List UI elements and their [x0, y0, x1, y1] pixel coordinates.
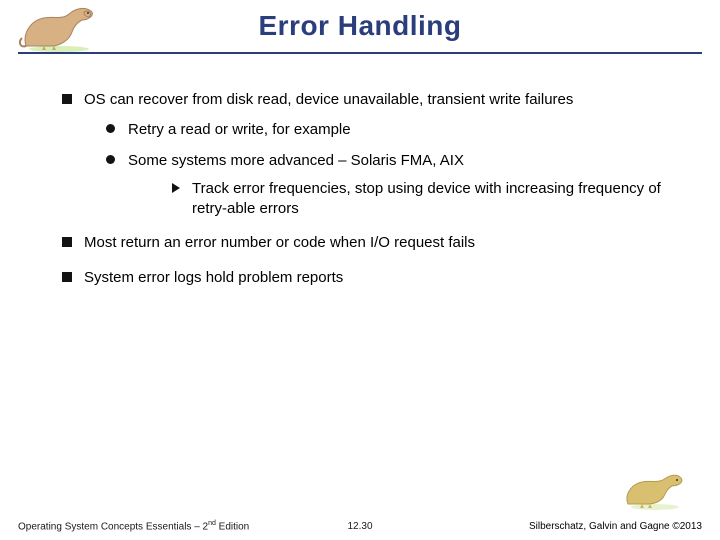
slide-footer: Operating System Concepts Essentials – 2…	[0, 514, 720, 532]
bullet-level1: Most return an error number or code when…	[62, 233, 680, 253]
bullet-text: Some systems more advanced – Solaris FMA…	[128, 152, 464, 169]
bullet-text: Track error frequencies, stop using devi…	[192, 180, 661, 217]
bullet-level2: Retry a read or write, for example	[106, 120, 680, 140]
bullet-level1: OS can recover from disk read, device un…	[62, 90, 680, 219]
footer-copyright: Silberschatz, Galvin and Gagne ©2013	[529, 521, 702, 532]
footer-right: Silberschatz, Galvin and Gagne ©2013	[529, 521, 702, 532]
bullet-level3: Track error frequencies, stop using devi…	[172, 179, 680, 220]
dinosaur-bottom-icon	[620, 470, 690, 510]
slide-content: OS can recover from disk read, device un…	[62, 90, 680, 302]
bullet-text: System error logs hold problem reports	[84, 269, 343, 286]
slide-header: Error Handling	[0, 0, 720, 56]
slide: Error Handling OS can recover from disk …	[0, 0, 720, 540]
bullet-level1: System error logs hold problem reports	[62, 268, 680, 288]
bullet-text: OS can recover from disk read, device un…	[84, 91, 573, 108]
title-underline	[18, 52, 702, 54]
bullet-text: Most return an error number or code when…	[84, 234, 475, 251]
slide-title: Error Handling	[0, 10, 720, 42]
bullet-level2: Some systems more advanced – Solaris FMA…	[106, 151, 680, 220]
bullet-text: Retry a read or write, for example	[128, 121, 351, 138]
